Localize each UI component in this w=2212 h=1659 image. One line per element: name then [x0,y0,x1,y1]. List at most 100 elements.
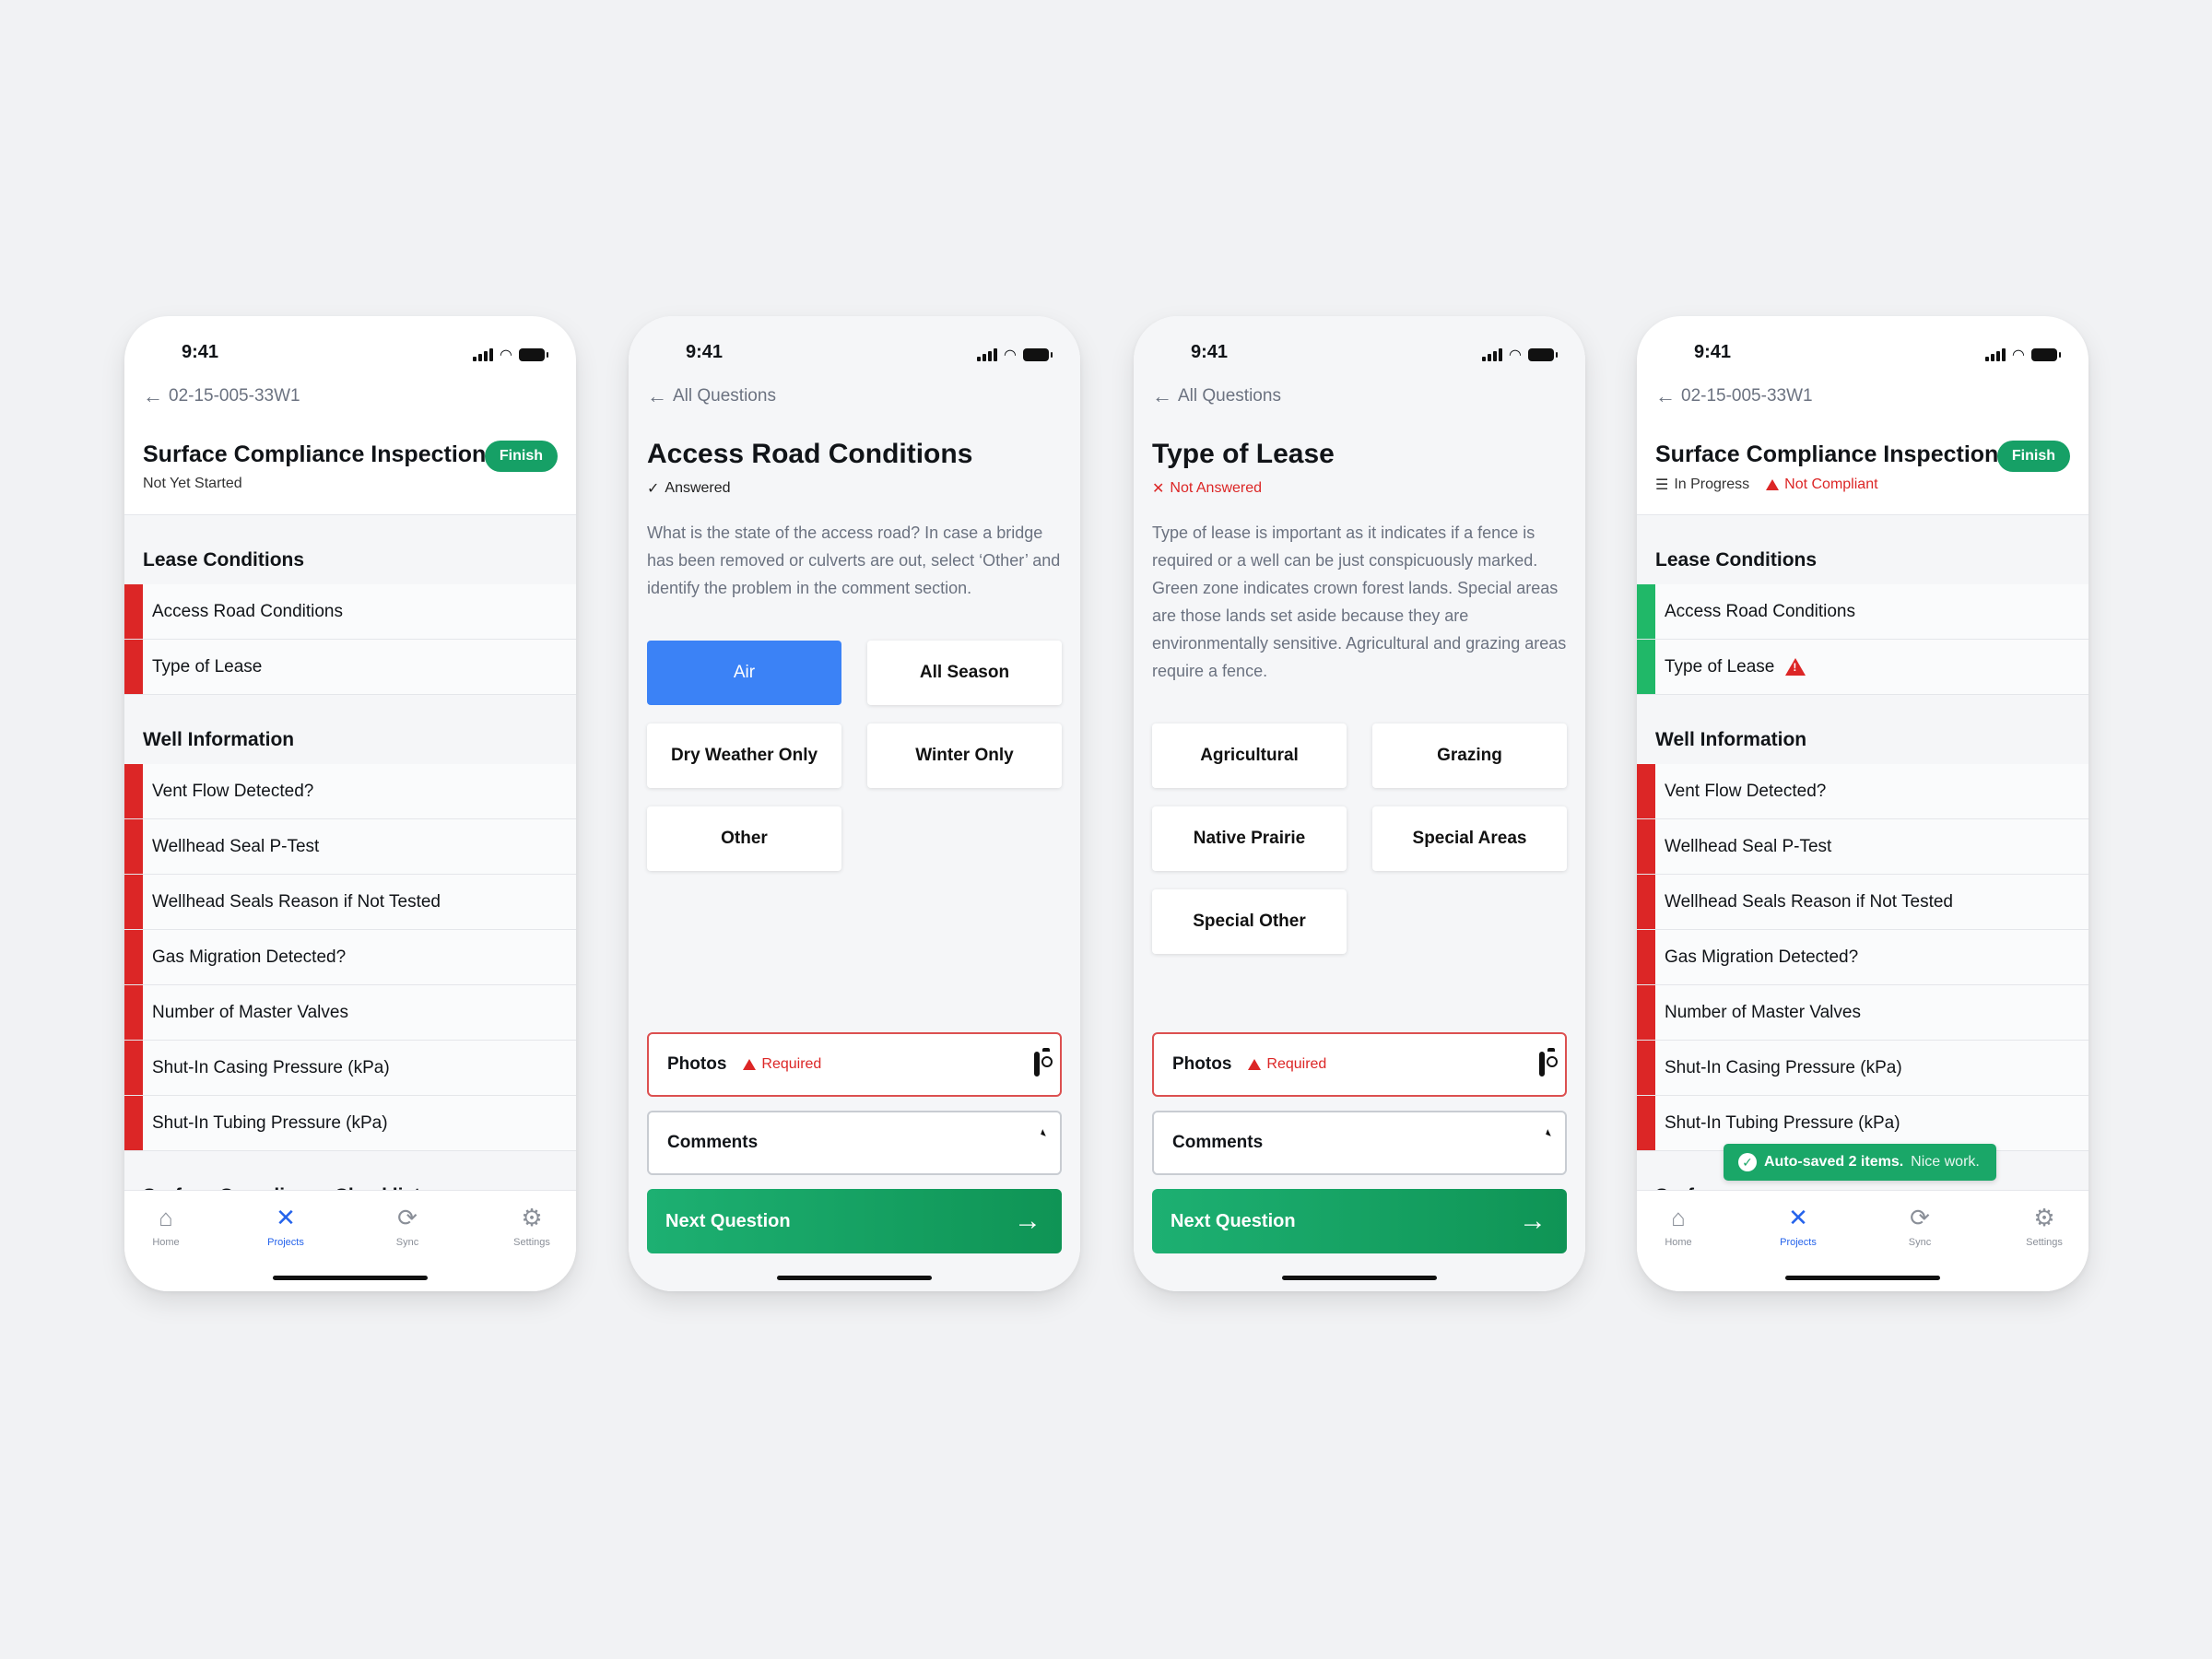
warning-icon [743,1059,757,1070]
list-item-label: Gas Migration Detected? [1665,947,1859,967]
battery-icon [519,348,548,361]
list-item-label: Shut-In Casing Pressure (kPa) [1665,1057,1902,1077]
back-label: All Questions [1178,386,1281,406]
home-indicator [1785,1276,1940,1280]
status-indicator-red [124,930,143,984]
comments-field[interactable]: Comments [1152,1111,1567,1175]
list-item-number-of-master-valves[interactable]: Number of Master Valves [1637,985,2088,1041]
list-item-label: Number of Master Valves [1665,1002,1861,1022]
status-indicator-red [124,819,143,874]
back-arrow-icon: ← [647,384,667,407]
question-title: Type of Lease [1152,439,1335,469]
required-label: Required [761,1056,822,1072]
answer-status: ✓ Answered [647,479,731,498]
question-list: Lease Conditions Access Road Conditions Ty… [1637,514,2088,1220]
answer-options: Agricultural Grazing Native Prairie Special… [1152,724,1567,954]
list-item-shut-in-tubing-pressure-kpa[interactable]: Shut-In Tubing Pressure (kPa) [124,1096,576,1151]
wifi-icon: ◠ [1004,347,1016,363]
list-item-vent-flow-detected[interactable]: Vent Flow Detected? [1637,764,2088,819]
camera-icon[interactable] [1539,1052,1545,1077]
option-native-prairie[interactable]: Native Prairie [1152,806,1347,871]
gear-icon: ⚙ [2033,1204,2055,1231]
list-item-shut-in-casing-pressure-kpa[interactable]: Shut-In Casing Pressure (kPa) [1637,1041,2088,1096]
list-item-label: Type of Lease [1665,656,1775,677]
list-item-type-of-lease[interactable]: Type of Lease [124,640,576,695]
back-link[interactable]: ← 02-15-005-33W1 [143,386,300,406]
option-other[interactable]: Other [647,806,841,871]
back-link[interactable]: ← All Questions [647,386,776,406]
next-question-button[interactable]: Next Question → [1152,1189,1567,1253]
tab-label: Settings [513,1237,550,1248]
next-question-button[interactable]: Next Question → [647,1189,1062,1253]
back-label: 02-15-005-33W1 [169,386,300,406]
finish-button[interactable]: Finish [484,441,558,472]
compliance-status-label: Not Compliant [1784,477,1878,492]
required-badge: Required [1248,1056,1326,1073]
check-circle-icon: ✓ [1738,1153,1757,1171]
list-item-label: Shut-In Casing Pressure (kPa) [152,1057,390,1077]
list-item-type-of-lease[interactable]: Type of Lease [1637,640,2088,695]
status-indicator-green [1637,640,1655,694]
tools-icon: ✕ [276,1204,296,1231]
list-item-access-road-conditions[interactable]: Access Road Conditions [1637,584,2088,640]
section-heading-well-information: Well Information [124,695,576,764]
camera-icon[interactable] [1034,1052,1040,1077]
option-special-areas[interactable]: Special Areas [1372,806,1567,871]
status-time: 9:41 [182,342,219,362]
list-item-vent-flow-detected[interactable]: Vent Flow Detected? [124,764,576,819]
back-link[interactable]: ← All Questions [1152,386,1281,406]
status-indicator-red [1637,819,1655,874]
inspection-status: ☰ In Progress Not Compliant [1655,476,1878,494]
check-icon: ✓ [647,481,660,497]
photos-field[interactable]: Photos Required [1152,1032,1567,1097]
required-label: Required [1266,1056,1327,1072]
x-icon: ✕ [1152,481,1165,497]
tab-home[interactable]: ⌂ Home [1637,1204,1720,1248]
status-indicator-green [1637,584,1655,639]
tab-settings[interactable]: ⚙ Settings [2003,1204,2086,1248]
phone-screen-question-type-of-lease: 9:41 ◠ ← All Questions Type of Lease ✕ Not… [1134,316,1585,1291]
tab-home[interactable]: ⌂ Home [124,1204,207,1248]
list-item-wellhead-seals-reason-if-not-tested[interactable]: Wellhead Seals Reason if Not Tested [124,875,576,930]
tab-projects[interactable]: ✕ Projects [244,1204,327,1248]
list-item-gas-migration-detected[interactable]: Gas Migration Detected? [124,930,576,985]
tab-projects[interactable]: ✕ Projects [1757,1204,1840,1248]
tab-sync[interactable]: ⟳ Sync [1878,1204,1961,1248]
option-all-season[interactable]: All Season [867,641,1062,705]
status-indicator-red [1637,930,1655,984]
tab-settings[interactable]: ⚙ Settings [490,1204,573,1248]
option-winter-only[interactable]: Winter Only [867,724,1062,788]
option-grazing[interactable]: Grazing [1372,724,1567,788]
status-indicator-red [124,985,143,1040]
list-item-gas-migration-detected[interactable]: Gas Migration Detected? [1637,930,2088,985]
list-item-wellhead-seals-reason-if-not-tested[interactable]: Wellhead Seals Reason if Not Tested [1637,875,2088,930]
status-bar: 9:41 ◠ [124,335,576,371]
status-text: Not Yet Started [143,476,242,491]
option-air[interactable]: Air [647,641,841,705]
option-dry-weather-only[interactable]: Dry Weather Only [647,724,841,788]
list-item-wellhead-seal-p-test[interactable]: Wellhead Seal P-Test [124,819,576,875]
list-item-shut-in-tubing-pressure-kpa[interactable]: Shut-In Tubing Pressure (kPa) [1637,1096,2088,1151]
photos-field[interactable]: Photos Required [647,1032,1062,1097]
section-heading-lease-conditions: Lease Conditions [1637,515,2088,584]
list-item-label: Access Road Conditions [152,601,343,621]
back-arrow-icon: ← [1655,384,1676,407]
back-link[interactable]: ← 02-15-005-33W1 [1655,386,1813,406]
list-item-number-of-master-valves[interactable]: Number of Master Valves [124,985,576,1041]
signal-icon [1984,348,2006,361]
list-item-label: Shut-In Tubing Pressure (kPa) [1665,1112,1900,1133]
signal-icon [976,348,997,361]
arrow-right-icon: → [1519,1206,1547,1236]
answer-status-label: Not Answered [1170,480,1263,496]
option-agricultural[interactable]: Agricultural [1152,724,1347,788]
list-item-shut-in-casing-pressure-kpa[interactable]: Shut-In Casing Pressure (kPa) [124,1041,576,1096]
comments-field[interactable]: Comments [647,1111,1062,1175]
list-item-label: Wellhead Seals Reason if Not Tested [1665,891,1953,912]
option-special-other[interactable]: Special Other [1152,889,1347,954]
tab-sync[interactable]: ⟳ Sync [366,1204,449,1248]
list-item-access-road-conditions[interactable]: Access Road Conditions [124,584,576,640]
list-item-wellhead-seal-p-test[interactable]: Wellhead Seal P-Test [1637,819,2088,875]
finish-button[interactable]: Finish [1996,441,2070,472]
comments-label: Comments [1172,1133,1264,1152]
status-indicator-red [124,1041,143,1095]
